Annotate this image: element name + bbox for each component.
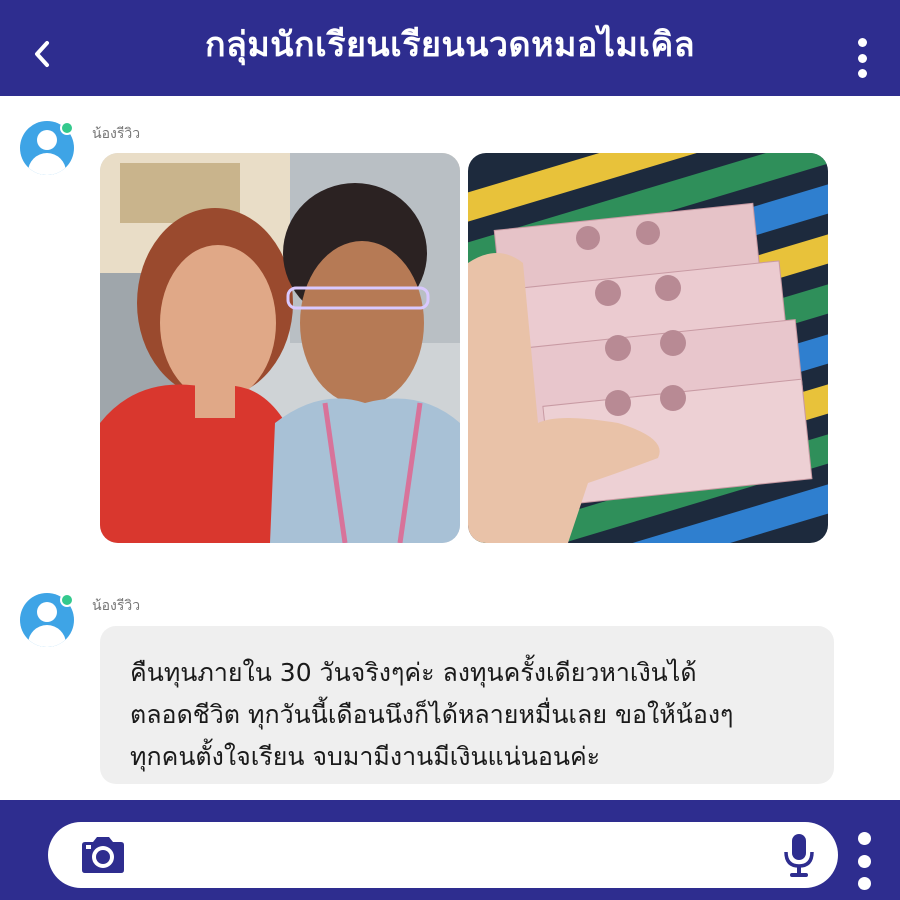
camera-icon: [82, 837, 124, 873]
chat-title: กลุ่มนักเรียนเรียนนวดหมอไมเคิล: [204, 25, 696, 65]
online-status-dot: [60, 121, 74, 135]
chat-area[interactable]: น้องรีวิว น้องรีวิว คืนทุนภายใน 30 วันจร…: [0, 96, 900, 800]
sender-name: น้องรีวิว: [92, 598, 141, 614]
more-vertical-icon: [857, 38, 867, 47]
message-text: คืนทุนภายใน 30 วันจริงๆค่ะ ลงทุนครั้งเดี…: [130, 658, 734, 771]
composer-bar: [0, 800, 900, 900]
more-vertical-icon: [857, 832, 871, 845]
composer-menu-button[interactable]: [854, 832, 874, 890]
sender-name: น้องรีวิว: [92, 126, 141, 142]
header-menu-button[interactable]: [852, 38, 872, 78]
message-bubble: คืนทุนภายใน 30 วันจริงๆค่ะ ลงทุนครั้งเดี…: [100, 626, 834, 784]
online-status-dot: [60, 593, 74, 607]
selfie-photo[interactable]: [100, 153, 460, 543]
camera-button[interactable]: [78, 835, 128, 875]
microphone-icon: [784, 834, 814, 877]
message-input[interactable]: [48, 822, 838, 888]
chat-header: กลุ่มนักเรียนเรียนนวดหมอไมเคิล: [0, 0, 900, 96]
banknotes-photo[interactable]: [468, 153, 828, 543]
microphone-button[interactable]: [782, 832, 816, 878]
